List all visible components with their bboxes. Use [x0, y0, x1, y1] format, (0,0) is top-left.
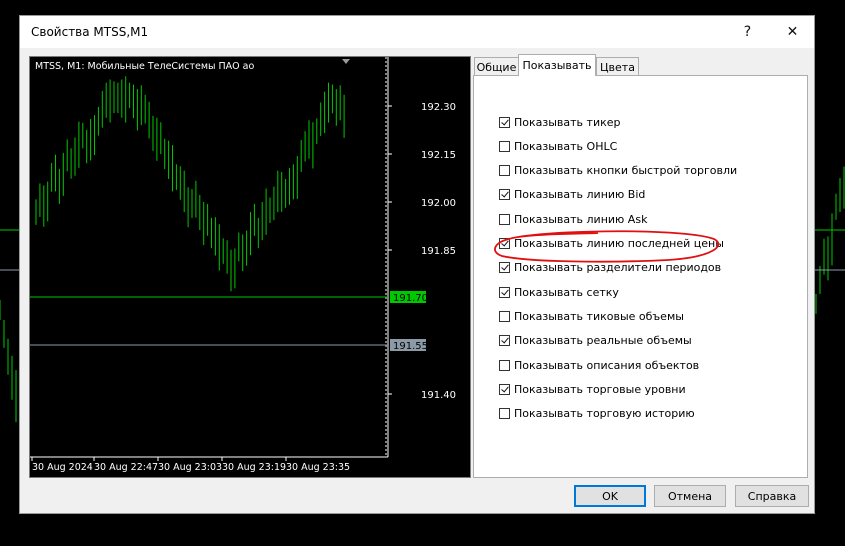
price-tick-label: 191.40	[421, 390, 456, 401]
highlight-annotation	[494, 230, 720, 263]
help-icon[interactable]: ?	[725, 16, 770, 48]
price-tick-label: 192.00	[421, 198, 456, 209]
option-row[interactable]: Показывать торговые уровни	[499, 380, 686, 398]
option-label: Показывать сетку	[514, 285, 619, 299]
price-tick-label: 192.15	[421, 150, 456, 161]
option-row[interactable]: Показывать сетку	[499, 283, 619, 301]
checkbox[interactable]	[499, 213, 510, 225]
checkbox[interactable]	[499, 335, 510, 347]
checkbox[interactable]	[499, 165, 510, 177]
title-bar: Свойства MTSS,M1 ? ✕	[20, 16, 814, 48]
time-tick-label: 30 Aug 23:19	[222, 462, 286, 473]
time-tick-label: 30 Aug 23:03	[158, 462, 222, 473]
option-row[interactable]: Показывать тиковые объемы	[499, 307, 684, 325]
option-label: Показывать кнопки быстрой торговли	[514, 164, 738, 178]
option-label: Показывать реальные объемы	[514, 334, 692, 348]
help-button[interactable]: Справка	[735, 485, 809, 507]
checkbox[interactable]	[499, 189, 510, 201]
tab-general[interactable]: Общие	[474, 57, 519, 77]
tab-colors[interactable]: Цвета	[596, 57, 639, 77]
checkbox[interactable]	[499, 116, 510, 128]
option-label: Показывать OHLC	[514, 139, 618, 153]
option-row[interactable]: Показывать линию Ask	[499, 210, 647, 228]
checkbox[interactable]	[499, 310, 510, 322]
show-options-panel: Показывать тикер Показывать OHLC Показыват…	[473, 75, 808, 478]
scroll-marker-icon	[342, 59, 350, 64]
checkbox[interactable]	[499, 408, 510, 420]
option-row[interactable]: Показывать торговую историю	[499, 405, 695, 423]
option-row[interactable]: Показывать кнопки быстрой торговли	[499, 162, 737, 180]
price-tick-label: 192.30	[421, 102, 456, 113]
option-row[interactable]: Показывать реальные объемы	[499, 332, 692, 350]
option-row[interactable]: Показывать OHLC	[499, 137, 617, 155]
option-label: Показывать тикер	[514, 115, 621, 129]
close-icon[interactable]: ✕	[770, 16, 815, 48]
option-label: Показывать тиковые объемы	[514, 309, 684, 323]
option-row[interactable]: Показывать описания объектов	[499, 356, 699, 374]
option-label: Показывать линию Ask	[514, 212, 648, 226]
cancel-button[interactable]: Отмена	[654, 485, 726, 507]
candles-group	[35, 76, 345, 292]
chart-header: MTSS, M1: Мобильные ТелеСистемы ПАО ао	[35, 61, 254, 72]
time-tick-label: 30 Aug 22:47	[94, 462, 158, 473]
time-tick-label: 30 Aug 2024	[32, 462, 93, 473]
preview-chart: 192.30 192.15 192.00 191.85 191.40 191.70 191.…	[30, 57, 456, 473]
tab-show[interactable]: Показывать	[518, 54, 596, 76]
checkbox[interactable]	[499, 140, 510, 152]
dialog-title: Свойства MTSS,M1	[31, 25, 149, 39]
annotation-ellipse	[494, 230, 720, 263]
price-tick-label: 191.85	[421, 246, 456, 257]
checkbox[interactable]	[499, 286, 510, 298]
chart-preview: 192.30 192.15 192.00 191.85 191.40 191.70 191.…	[29, 56, 471, 478]
checkbox[interactable]	[499, 383, 510, 395]
option-row[interactable]: Показывать линию Bid	[499, 186, 645, 204]
option-label: Показывать торговую историю	[514, 407, 695, 421]
option-label: Показывать торговые уровни	[514, 382, 686, 396]
option-label: Показывать описания объектов	[514, 358, 700, 372]
last-price-label: 191.55	[393, 341, 428, 352]
bid-price-label: 191.70	[393, 293, 428, 304]
ok-button[interactable]: OK	[574, 485, 646, 507]
option-row[interactable]: Показывать тикер	[499, 113, 620, 131]
checkbox[interactable]	[499, 359, 510, 371]
option-label: Показывать линию Bid	[514, 188, 646, 202]
time-tick-label: 30 Aug 23:35	[286, 462, 350, 473]
properties-dialog: Свойства MTSS,M1 ? ✕ 192.30 192.15 192.00 1…	[19, 15, 815, 514]
